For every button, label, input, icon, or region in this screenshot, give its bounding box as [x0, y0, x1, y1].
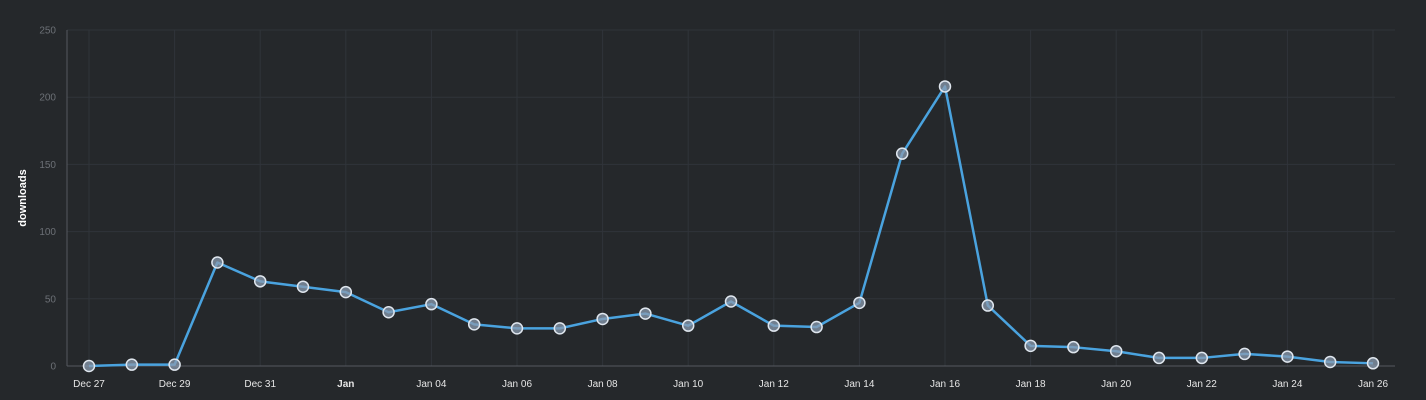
data-point[interactable] — [1024, 339, 1037, 353]
data-point[interactable] — [1323, 355, 1337, 369]
data-point[interactable] — [425, 297, 438, 311]
data-point[interactable] — [810, 320, 823, 334]
x-tick-label: Jan 06 — [502, 379, 532, 390]
x-tick-label: Jan 20 — [1101, 379, 1131, 390]
data-point[interactable] — [853, 296, 866, 310]
data-point[interactable] — [895, 147, 909, 160]
x-tick-label: Jan — [337, 379, 354, 390]
data-point[interactable] — [339, 285, 353, 299]
y-tick-label: 250 — [39, 26, 56, 37]
data-point[interactable] — [639, 307, 652, 320]
y-axis-title: downloads — [17, 169, 29, 226]
data-point[interactable] — [1152, 351, 1166, 365]
data-point[interactable] — [467, 318, 481, 331]
data-point[interactable] — [767, 319, 781, 332]
data-point[interactable] — [596, 312, 609, 326]
x-axis: Dec 27 Dec 29 Dec 31 Jan Jan 04 Jan 06 Jan 08 J… — [73, 379, 1388, 390]
data-point[interactable] — [1109, 344, 1123, 358]
series-layer — [82, 80, 1380, 373]
x-tick-label: Jan 12 — [759, 379, 789, 390]
x-tick-label: Dec 29 — [159, 379, 191, 390]
series-line — [88, 85, 1374, 368]
x-tick-label: Jan 18 — [1016, 379, 1046, 390]
data-point[interactable] — [168, 358, 181, 371]
downloads-line-chart: 0 50 100 150 200 250 Dec 27 Dec 29 Dec 31 Jan Jan… — [17, 26, 1395, 390]
data-point[interactable] — [553, 322, 567, 335]
data-point[interactable] — [1281, 350, 1294, 363]
x-tick-label: Jan 22 — [1187, 379, 1217, 390]
data-point[interactable] — [1067, 340, 1080, 354]
y-tick-label: 0 — [50, 362, 56, 373]
data-point[interactable] — [253, 275, 267, 288]
y-tick-label: 100 — [39, 227, 56, 238]
data-point[interactable] — [681, 319, 695, 332]
x-tick-label: Jan 24 — [1272, 379, 1302, 390]
data-point[interactable] — [211, 256, 224, 269]
data-point[interactable] — [296, 280, 310, 293]
data-point[interactable] — [382, 305, 395, 319]
y-tick-label: 150 — [39, 160, 56, 171]
x-tick-label: Jan 26 — [1358, 379, 1388, 390]
data-point[interactable] — [938, 80, 952, 93]
y-tick-label: 200 — [39, 93, 56, 104]
x-tick-label: Dec 27 — [73, 379, 105, 390]
data-point[interactable] — [510, 322, 524, 335]
data-point[interactable] — [125, 358, 139, 371]
y-tick-label: 50 — [45, 294, 57, 305]
x-tick-label: Jan 08 — [588, 379, 618, 390]
data-point[interactable] — [981, 299, 995, 312]
data-point[interactable] — [82, 359, 96, 373]
x-tick-label: Jan 10 — [673, 379, 703, 390]
data-point[interactable] — [1238, 347, 1251, 361]
x-tick-label: Jan 16 — [930, 379, 960, 390]
grid — [66, 29, 1395, 367]
x-tick-label: Jan 14 — [844, 379, 874, 390]
y-axis: 0 50 100 150 200 250 — [39, 26, 56, 373]
data-point[interactable] — [1195, 351, 1209, 365]
data-point[interactable] — [724, 295, 738, 308]
data-point[interactable] — [1366, 357, 1380, 370]
x-tick-label: Dec 31 — [244, 379, 276, 390]
x-tick-label: Jan 04 — [416, 379, 446, 390]
